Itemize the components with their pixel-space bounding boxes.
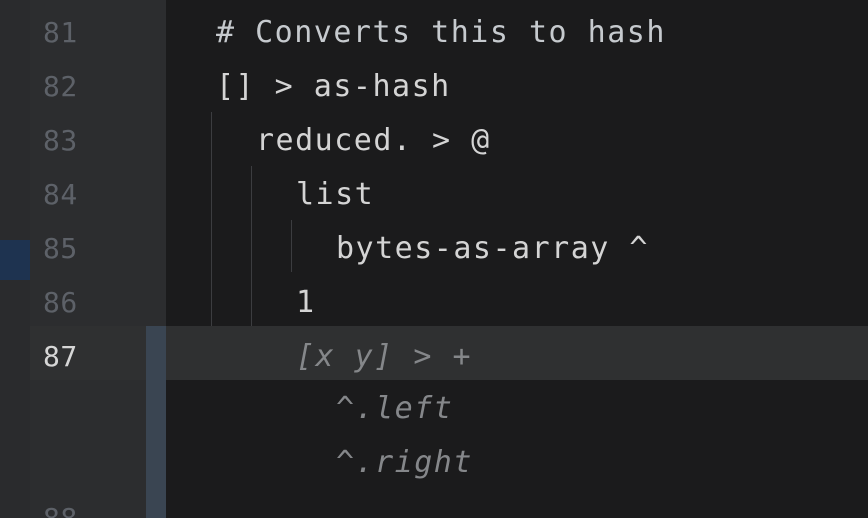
line-number: 82 (43, 70, 78, 103)
code-line-comment[interactable]: # Converts this to hash (216, 6, 666, 60)
indent-guide (251, 166, 252, 326)
indent-guide (291, 220, 292, 272)
code-line[interactable]: list (296, 168, 374, 222)
code-line[interactable]: 1 (296, 276, 316, 330)
inline-suggestion-line[interactable]: [x y] > + (296, 330, 472, 384)
code-line[interactable]: bytes-as-array ^ (336, 222, 649, 276)
line-number: 85 (43, 232, 78, 265)
edited-lines-bar (146, 326, 166, 518)
caret-line-marker (0, 240, 30, 280)
code-line[interactable]: [] > as-hash (216, 60, 451, 114)
line-number-active: 87 (43, 340, 78, 373)
line-number: 86 (43, 286, 78, 319)
line-number: 83 (43, 124, 78, 157)
line-number: 81 (43, 16, 78, 49)
indent-guide (211, 112, 212, 326)
line-number: 84 (43, 178, 78, 211)
current-line-highlight (166, 326, 868, 380)
line-number: 88 (43, 492, 103, 518)
inline-suggestion-line[interactable]: ^.right (336, 436, 473, 490)
code-line[interactable]: reduced. > @ (256, 114, 491, 168)
inline-suggestion-line[interactable]: ^.left (336, 382, 453, 436)
